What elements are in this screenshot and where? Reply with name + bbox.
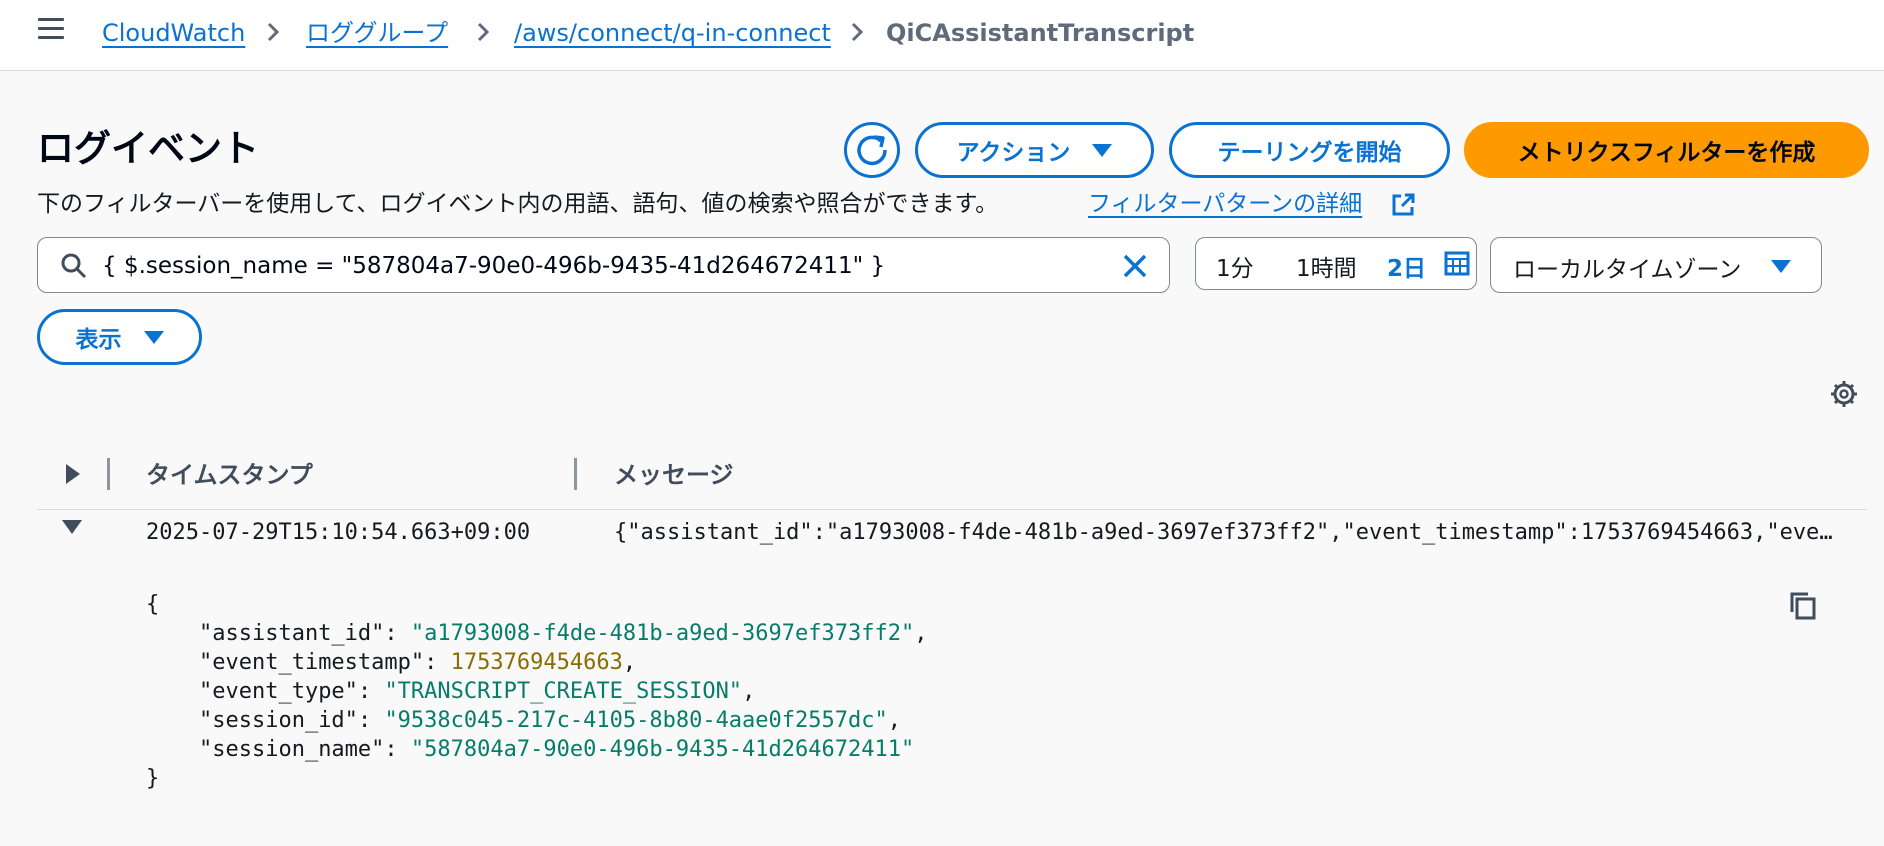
- start-tailing-button[interactable]: テーリングを開始: [1169, 122, 1450, 178]
- json-value: "9538c045-217c-4105-8b80-4aae0f2557dc": [384, 708, 888, 733]
- time-range-2-days[interactable]: 2日: [1387, 249, 1426, 283]
- calendar-icon[interactable]: [1444, 250, 1470, 276]
- time-range-1-hour[interactable]: 1時間: [1296, 249, 1357, 283]
- log-event-timestamp: 2025-07-29T15:10:54.663+09:00: [146, 520, 531, 545]
- column-header-message[interactable]: メッセージ: [614, 455, 734, 490]
- actions-dropdown-button[interactable]: アクション: [915, 122, 1154, 178]
- json-key: "event_type": [198, 679, 358, 704]
- filter-pattern-docs-link[interactable]: フィルターパターンの詳細: [1088, 188, 1362, 220]
- json-comma: ,: [887, 708, 902, 733]
- time-range-selector: 1分 1時間 2日: [1195, 237, 1477, 290]
- json-close-brace: }: [146, 766, 160, 791]
- create-metric-filter-button[interactable]: メトリクスフィルターを作成: [1464, 122, 1869, 178]
- json-comma: ,: [622, 650, 637, 675]
- breadcrumb-log-groups[interactable]: ロググループ: [306, 16, 448, 50]
- time-range-1-minute[interactable]: 1分: [1216, 249, 1254, 283]
- filter-search-field: [37, 237, 1170, 293]
- json-open-brace: {: [146, 592, 160, 617]
- json-key: "session_name": [198, 737, 385, 762]
- display-label: 表示: [75, 327, 122, 353]
- copy-icon[interactable]: [1786, 590, 1818, 622]
- search-icon: [61, 253, 87, 279]
- refresh-icon: [857, 135, 887, 166]
- column-divider[interactable]: [574, 458, 577, 490]
- json-comma: ,: [742, 679, 756, 704]
- display-dropdown-button[interactable]: 表示: [37, 309, 202, 365]
- breadcrumb-cloudwatch[interactable]: CloudWatch: [102, 16, 245, 50]
- json-value: "TRANSCRIPT_CREATE_SESSION": [384, 679, 743, 704]
- close-icon[interactable]: [1120, 251, 1150, 281]
- page-description: 下のフィルターバーを使用して、ログイベント内の用語、語句、値の検索や照合ができま…: [37, 191, 999, 217]
- chevron-right-icon: [851, 22, 864, 42]
- timezone-label: ローカルタイムゾーン: [1513, 257, 1742, 283]
- filter-pattern-input[interactable]: [102, 246, 1112, 286]
- menu-icon[interactable]: [38, 18, 64, 44]
- expand-all-rows-icon[interactable]: [66, 464, 80, 484]
- gear-icon[interactable]: [1829, 379, 1859, 409]
- chevron-right-icon: [267, 22, 280, 42]
- json-key: "event_timestamp": [198, 650, 425, 675]
- json-key: "session_id": [198, 708, 358, 733]
- external-link-icon[interactable]: [1390, 192, 1416, 218]
- caret-down-icon: [1771, 260, 1791, 273]
- json-key: "assistant_id": [198, 621, 385, 646]
- column-header-timestamp[interactable]: タイムスタンプ: [146, 455, 313, 490]
- caret-down-icon: [1092, 143, 1113, 157]
- json-comma: ,: [914, 621, 928, 646]
- caret-down-icon: [143, 330, 164, 344]
- json-value: "587804a7-90e0-496b-9435-41d264672411": [410, 737, 915, 762]
- breadcrumb-current-log-stream: QiCAssistantTranscript: [886, 19, 1195, 47]
- breadcrumb-log-group-name[interactable]: /aws/connect/q-in-connect: [514, 16, 831, 50]
- column-divider: [107, 458, 110, 490]
- chevron-right-icon: [477, 22, 490, 42]
- page-title: ログイベント: [37, 127, 259, 170]
- log-event-message[interactable]: {"assistant_id":"a1793008-f4de-481b-a9ed…: [614, 520, 1834, 545]
- actions-label: アクション: [956, 140, 1071, 166]
- json-value: "a1793008-f4de-481b-a9ed-3697ef373ff2": [410, 621, 915, 646]
- row-collapse-icon[interactable]: [62, 520, 82, 534]
- refresh-button[interactable]: [844, 122, 900, 178]
- log-event-json-detail: { "assistant_id": "a1793008-f4de-481b-a9…: [146, 592, 928, 791]
- header-divider: [37, 509, 1867, 510]
- top-navigation-bar: CloudWatch ロググループ /aws/connect/q-in-conn…: [0, 0, 1884, 71]
- timezone-dropdown[interactable]: ローカルタイムゾーン: [1490, 237, 1822, 293]
- json-value: 1753769454663: [450, 650, 623, 675]
